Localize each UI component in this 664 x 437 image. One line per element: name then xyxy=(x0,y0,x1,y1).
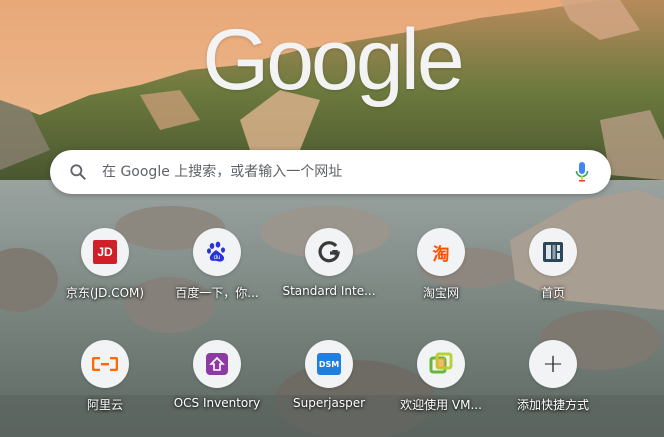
shortcut-icon-circle[interactable]: DSM xyxy=(305,340,353,388)
shortcut-label[interactable]: OCS Inventory xyxy=(161,396,273,410)
shortcut-taobao[interactable]: 淘 淘宝网 xyxy=(385,228,497,324)
ocs-icon xyxy=(206,353,228,375)
shortcut-icon-circle[interactable] xyxy=(193,340,241,388)
search-box[interactable]: 在 Google 上搜索，或者输入一个网址 xyxy=(50,150,611,194)
search-placeholder[interactable]: 在 Google 上搜索，或者输入一个网址 xyxy=(102,150,342,194)
shortcut-label[interactable]: Superjasper xyxy=(273,396,385,410)
search-icon xyxy=(68,162,88,182)
shortcut-home[interactable]: 首页 xyxy=(497,228,609,324)
baidu-paw-icon: du xyxy=(207,241,225,262)
baidu-du-text: du xyxy=(214,255,221,261)
shortcut-ocs-inventory[interactable]: OCS Inventory xyxy=(161,340,273,436)
shortcut-icon-circle[interactable] xyxy=(417,340,465,388)
shortcut-label[interactable]: 添加快捷方式 xyxy=(497,396,609,413)
shortcut-icon-circle[interactable]: 淘 xyxy=(417,228,465,276)
shortcut-label[interactable]: Standard Inte... xyxy=(273,284,385,298)
shortcut-jd[interactable]: JD 京东(JD.COM) xyxy=(49,228,161,324)
shortcut-label[interactable]: 首页 xyxy=(497,284,609,301)
dsm-icon: DSM xyxy=(317,353,341,375)
shortcut-vmware[interactable]: 欢迎使用 VM... xyxy=(385,340,497,436)
plus-icon: + xyxy=(542,349,564,379)
add-shortcut-button[interactable]: + 添加快捷方式 xyxy=(497,340,609,436)
shortcut-icon-circle[interactable] xyxy=(81,340,129,388)
shortcut-label[interactable]: 欢迎使用 VM... xyxy=(385,396,497,413)
shortcut-icon-circle[interactable]: + xyxy=(529,340,577,388)
shortcut-icon-circle[interactable] xyxy=(529,228,577,276)
shortcut-label[interactable]: 阿里云 xyxy=(49,396,161,413)
g-logo-icon xyxy=(318,241,340,263)
shortcut-standard-inte[interactable]: Standard Inte... xyxy=(273,228,385,324)
microphone-icon[interactable] xyxy=(575,162,589,182)
shortcut-superjasper[interactable]: DSM Superjasper xyxy=(273,340,385,436)
google-logo: Google xyxy=(202,12,464,108)
shortcut-label[interactable]: 京东(JD.COM) xyxy=(49,284,161,301)
shortcut-icon-circle[interactable] xyxy=(305,228,353,276)
jd-icon: JD xyxy=(93,240,117,264)
shortcut-baidu[interactable]: du 百度一下，你... xyxy=(161,228,273,324)
page-icon xyxy=(543,242,563,262)
aliyun-icon xyxy=(92,357,118,371)
shortcut-icon-circle[interactable]: JD xyxy=(81,228,129,276)
taobao-icon: 淘 xyxy=(432,244,450,265)
shortcut-label[interactable]: 百度一下，你... xyxy=(161,284,273,301)
shortcut-label[interactable]: 淘宝网 xyxy=(385,284,497,301)
vmware-icon xyxy=(429,352,453,374)
shortcut-aliyun[interactable]: 阿里云 xyxy=(49,340,161,436)
shortcut-icon-circle[interactable]: du xyxy=(193,228,241,276)
